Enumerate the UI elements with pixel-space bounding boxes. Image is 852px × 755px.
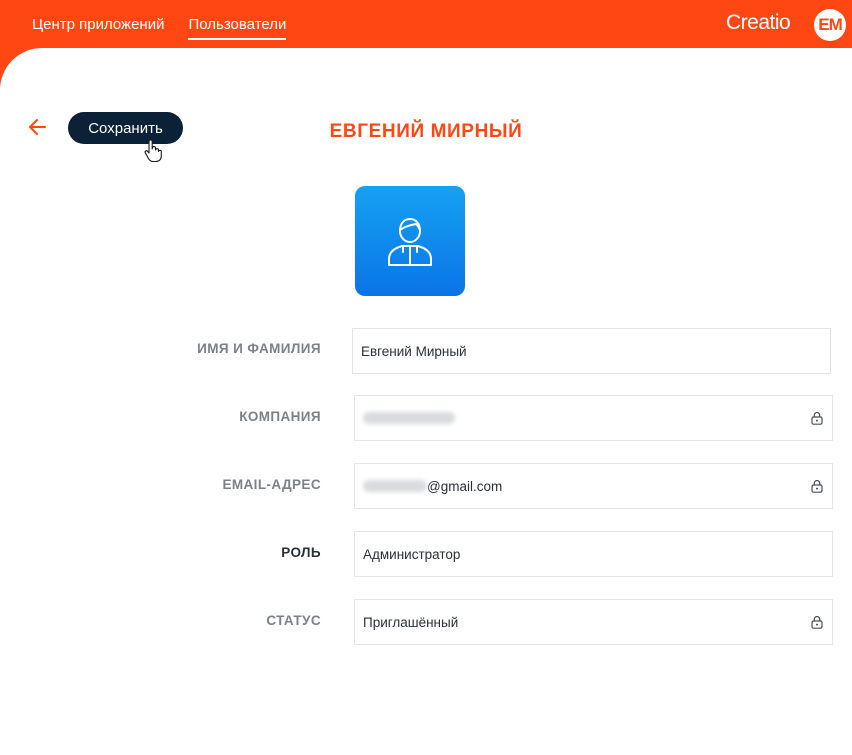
email-domain: @gmail.com xyxy=(427,478,503,494)
full-name-input[interactable] xyxy=(361,329,830,373)
lock-icon xyxy=(811,479,823,493)
page-title: ЕВГЕНИЙ МИРНЫЙ xyxy=(329,121,523,142)
role-field[interactable]: Администратор xyxy=(354,531,833,577)
user-avatar[interactable]: EM xyxy=(814,9,846,41)
user-photo[interactable] xyxy=(355,186,465,296)
role-label: РОЛЬ xyxy=(281,545,321,560)
redacted-company xyxy=(363,412,455,424)
top-nav: Центр приложений Пользователи xyxy=(32,16,287,40)
back-arrow-icon[interactable] xyxy=(26,116,48,138)
creatio-logo: Creatio xyxy=(726,11,791,34)
role-value[interactable]: Администратор xyxy=(363,547,460,562)
nav-item-app-hub[interactable]: Центр приложений xyxy=(32,16,164,40)
full-name-label: ИМЯ И ФАМИЛИЯ xyxy=(197,341,321,356)
company-field xyxy=(354,395,833,441)
email-label: EMAIL-АДРЕС xyxy=(222,477,321,492)
email-field: @gmail.com xyxy=(354,463,833,509)
hand-cursor-icon xyxy=(144,139,162,163)
redacted-email-prefix xyxy=(363,480,427,492)
status-label: СТАТУС xyxy=(266,613,321,628)
user-avatar-icon xyxy=(388,218,432,266)
company-label: КОМПАНИЯ xyxy=(239,409,321,424)
nav-item-users[interactable]: Пользователи xyxy=(188,16,287,40)
save-button[interactable]: Сохранить xyxy=(68,112,183,144)
status-field: Приглашённый xyxy=(354,599,833,645)
lock-icon xyxy=(811,411,823,425)
lock-icon xyxy=(811,615,823,629)
full-name-field[interactable] xyxy=(352,328,831,374)
status-value: Приглашённый xyxy=(363,614,459,630)
